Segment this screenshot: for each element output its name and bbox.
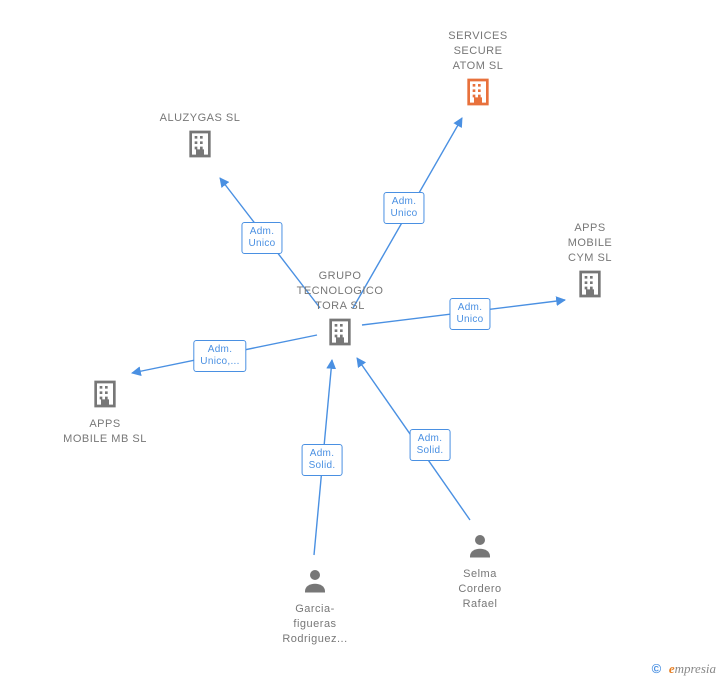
node-aluzygas[interactable]: ALUZYGAS SL	[140, 111, 260, 163]
edge-label[interactable]: Adm. Solid.	[302, 444, 343, 476]
brand-name: empresia	[669, 661, 716, 676]
node-apps-mobile-cym[interactable]: APPS MOBILE CYM SL	[530, 221, 650, 303]
building-icon	[89, 401, 121, 413]
node-label: APPS MOBILE CYM SL	[530, 221, 650, 266]
node-apps-mobile-mb[interactable]: APPS MOBILE MB SL	[45, 378, 165, 447]
person-icon	[465, 551, 495, 563]
node-label: GRUPO TECNOLOGICO TORA SL	[280, 269, 400, 314]
node-label: SERVICES SECURE ATOM SL	[418, 29, 538, 74]
node-grupo-tecnologico-tora[interactable]: GRUPO TECNOLOGICO TORA SL	[280, 269, 400, 351]
building-icon	[462, 99, 494, 111]
edge-label[interactable]: Adm. Unico	[449, 298, 490, 330]
node-label: Selma Cordero Rafael	[420, 567, 540, 612]
node-garcia-figueras[interactable]: Garcia- figueras Rodriguez...	[255, 565, 375, 647]
node-services-secure-atom[interactable]: SERVICES SECURE ATOM SL	[418, 29, 538, 111]
node-label: Garcia- figueras Rodriguez...	[255, 602, 375, 647]
person-icon	[300, 586, 330, 598]
copyright-symbol: ©	[652, 661, 662, 676]
node-label: ALUZYGAS SL	[140, 111, 260, 126]
footer-attribution: © empresia	[652, 661, 716, 677]
edge-label[interactable]: Adm. Unico	[241, 222, 282, 254]
edge-label[interactable]: Adm. Unico	[383, 192, 424, 224]
node-label: APPS MOBILE MB SL	[45, 417, 165, 447]
building-icon	[574, 291, 606, 303]
edge-label[interactable]: Adm. Solid.	[410, 429, 451, 461]
node-selma-cordero[interactable]: Selma Cordero Rafael	[420, 530, 540, 612]
building-icon	[184, 151, 216, 163]
building-icon	[324, 339, 356, 351]
edge-label[interactable]: Adm. Unico,...	[193, 340, 246, 372]
